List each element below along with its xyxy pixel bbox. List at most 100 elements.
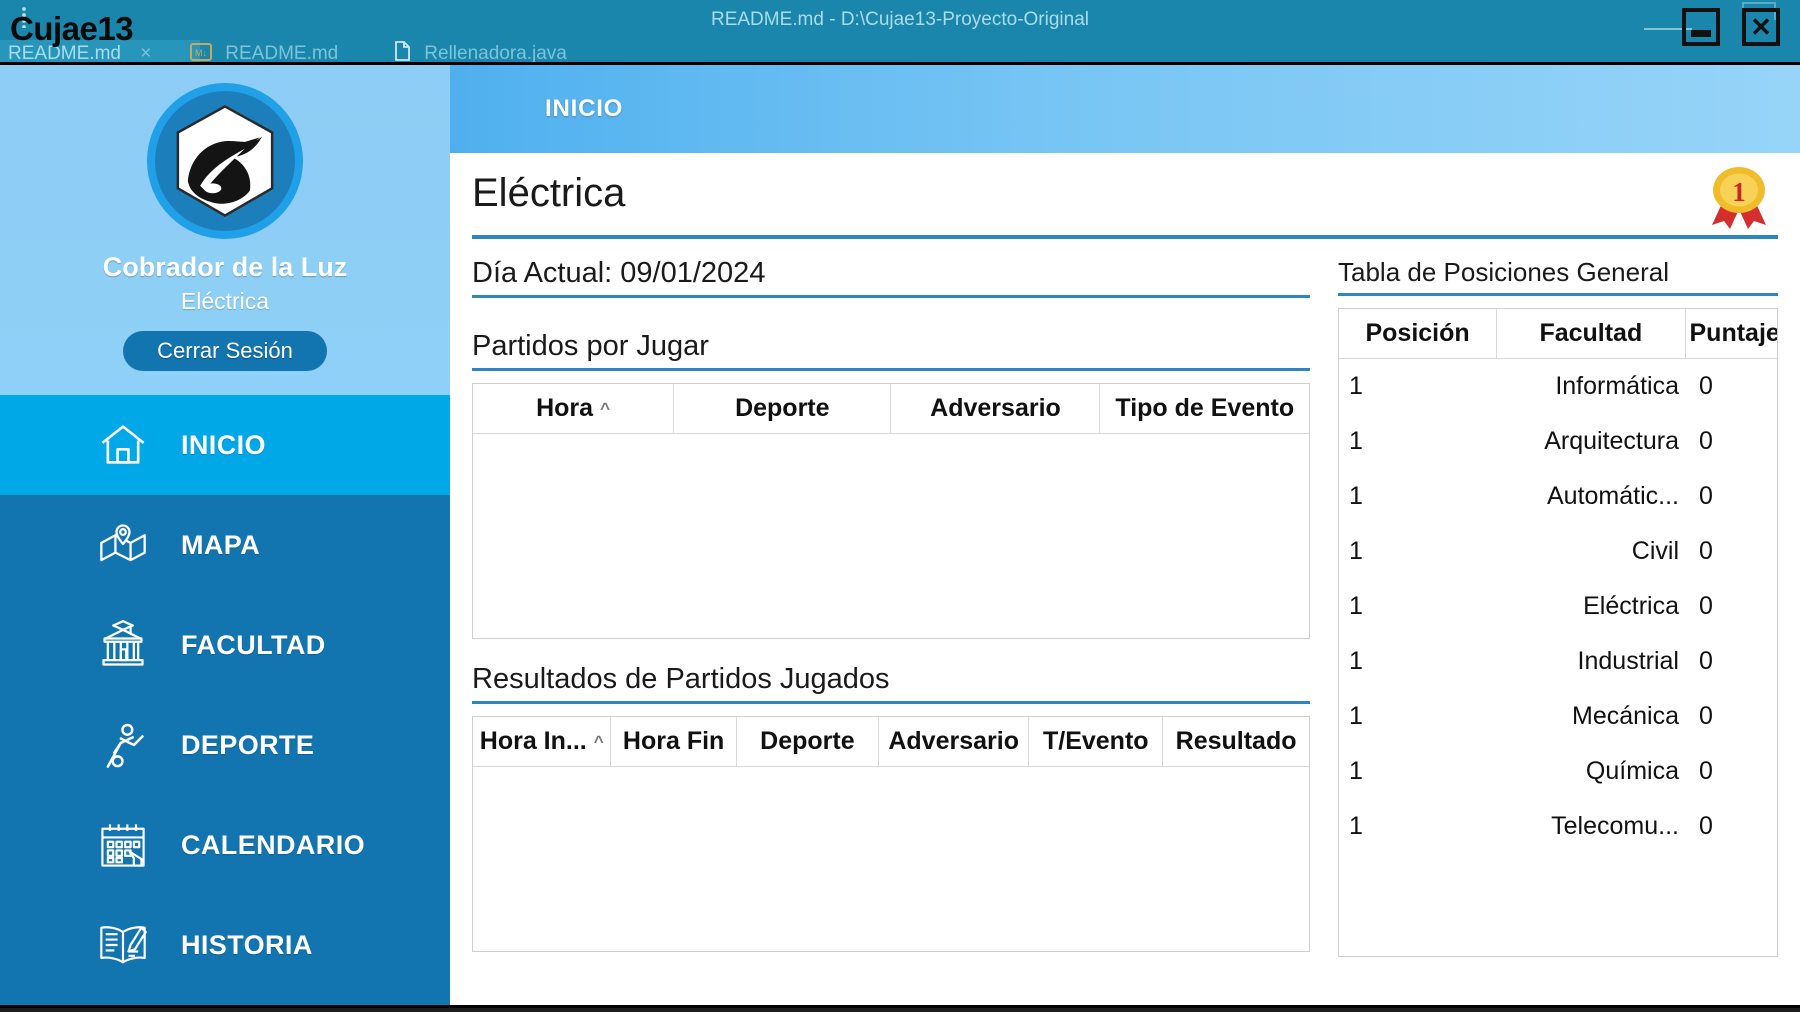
upcoming-matches-table[interactable]: Hora ^ Deporte Adversario Tipo de Evento <box>472 383 1310 639</box>
sidebar-item-deporte[interactable]: DEPORTE <box>0 695 450 795</box>
column-label: Hora <box>536 394 594 422</box>
content-main: Eléctrica 1 Día Actual: 09/01/2024 Parti <box>450 153 1800 1005</box>
cell-facultad: Arquitectura <box>1544 427 1679 455</box>
column-header-deporte[interactable]: Deporte <box>736 717 879 767</box>
sidebar-item-calendario[interactable]: CALENDARIO <box>0 795 450 895</box>
column-header-deporte[interactable]: Deporte <box>673 384 892 434</box>
sort-ascending-icon: ^ <box>593 732 604 751</box>
table-row[interactable]: 1 Industrial 0 <box>1339 634 1777 689</box>
profile-name: Cobrador de la Luz <box>102 252 348 282</box>
building-icon <box>95 617 151 673</box>
content-bottom-spacer <box>472 957 1778 1005</box>
upcoming-table-grid: Hora ^ Deporte Adversario Tipo de Evento <box>473 384 1309 434</box>
page-title: Eléctrica <box>472 171 626 215</box>
minimize-button[interactable] <box>1682 8 1720 46</box>
column-label: Hora In... <box>479 727 587 755</box>
table-row[interactable]: 1 Automátic... 0 <box>1339 469 1777 524</box>
cell-puntaje: 0 <box>1699 537 1713 565</box>
cell-puntaje: 0 <box>1699 372 1713 400</box>
table-row[interactable]: 1 Telecomu... 0 <box>1339 799 1777 854</box>
cell-puntaje: 0 <box>1699 427 1713 455</box>
content-header: INICIO <box>450 65 1800 153</box>
cell-posicion: 1 <box>1349 372 1363 400</box>
cell-posicion: 1 <box>1349 702 1363 730</box>
editor-tab-label: README.md <box>8 43 121 64</box>
minimize-icon <box>1691 29 1711 37</box>
editor-tab-label: README.md <box>225 43 339 64</box>
right-column: Tabla de Posiciones General Posición Fac… <box>1338 257 1778 957</box>
upcoming-table-empty-body <box>473 434 1309 638</box>
cell-facultad: Civil <box>1631 537 1679 565</box>
column-header-posicion[interactable]: Posición <box>1339 309 1498 359</box>
cell-puntaje: 0 <box>1699 757 1713 785</box>
sidebar-item-label: MAPA <box>181 529 261 560</box>
cell-puntaje: 0 <box>1699 647 1713 675</box>
page-title-row: Eléctrica 1 <box>472 167 1778 239</box>
cell-facultad: Eléctrica <box>1583 592 1679 620</box>
column-header-hora[interactable]: Hora ^ <box>473 384 675 434</box>
left-column: Día Actual: 09/01/2024 Partidos por Juga… <box>472 257 1310 957</box>
table-header-row: Hora In... ^ Hora Fin Deporte Adversario … <box>473 717 1309 767</box>
athlete-icon <box>95 717 151 773</box>
cell-puntaje: 0 <box>1699 702 1713 730</box>
cell-facultad: Mecánica <box>1572 702 1679 730</box>
ranking-table-grid: Posición Facultad Puntaje 1 Informática … <box>1339 309 1777 854</box>
ranking-table[interactable]: Posición Facultad Puntaje 1 Informática … <box>1338 308 1778 957</box>
sidebar-item-label: FACULTAD <box>181 629 326 660</box>
table-row[interactable]: 1 Civil 0 <box>1339 524 1777 579</box>
cell-posicion: 1 <box>1349 757 1363 785</box>
column-header-adversario[interactable]: Adversario <box>890 384 1101 434</box>
sort-ascending-icon: ^ <box>600 399 611 418</box>
sidebar-item-mapa[interactable]: MAPA <box>0 495 450 595</box>
window-controls: ✕ <box>1682 8 1780 46</box>
current-day-label: Día Actual: 09/01/2024 <box>472 257 1310 298</box>
sidebar-item-label: DEPORTE <box>181 729 315 760</box>
results-table[interactable]: Hora In... ^ Hora Fin Deporte Adversario … <box>472 716 1310 952</box>
kebab-menu-icon[interactable] <box>22 6 26 28</box>
cell-facultad: Química <box>1585 757 1679 785</box>
cell-puntaje: 0 <box>1699 812 1713 840</box>
column-header-adversario[interactable]: Adversario <box>878 717 1030 767</box>
editor-tab-label: Rellenadora.java <box>424 43 567 64</box>
table-header-row: Posición Facultad Puntaje <box>1339 309 1777 359</box>
sidebar-item-historia[interactable]: HISTORIA <box>0 895 450 995</box>
column-header-puntaje[interactable]: Puntaje <box>1685 309 1777 359</box>
shield-logo-icon <box>176 105 274 217</box>
results-table-empty-body <box>473 767 1309 951</box>
ranking-title: Tabla de Posiciones General <box>1338 257 1778 296</box>
svg-text:M↓: M↓ <box>195 48 207 58</box>
app-body: Cobrador de la Luz Eléctrica Cerrar Sesi… <box>0 62 1800 1008</box>
gold-medal-icon: 1 <box>1700 163 1778 229</box>
table-row[interactable]: 1 Química 0 <box>1339 744 1777 799</box>
table-row[interactable]: 1 Eléctrica 0 <box>1339 579 1777 634</box>
table-row[interactable]: 1 Arquitectura 0 <box>1339 414 1777 469</box>
sidebar-item-label: HISTORIA <box>181 929 313 960</box>
cell-facultad: Industrial <box>1577 647 1679 675</box>
svg-text:1: 1 <box>1732 177 1746 207</box>
ranking-table-body: 1 Informática 0 1 Arquitectura 0 1 Autom… <box>1339 359 1777 855</box>
cell-posicion: 1 <box>1349 427 1363 455</box>
table-row[interactable]: 1 Mecánica 0 <box>1339 689 1777 744</box>
column-header-hora-inicio[interactable]: Hora In... ^ <box>473 717 612 767</box>
column-header-tipo-evento[interactable]: Tipo de Evento <box>1099 384 1309 434</box>
calendar-icon <box>95 817 151 873</box>
close-button[interactable]: ✕ <box>1742 8 1780 46</box>
table-row[interactable]: 1 Informática 0 <box>1339 359 1777 415</box>
column-header-facultad[interactable]: Facultad <box>1496 309 1686 359</box>
column-header-resultado[interactable]: Resultado <box>1162 717 1309 767</box>
cell-posicion: 1 <box>1349 812 1363 840</box>
close-icon[interactable]: × <box>140 43 151 64</box>
logout-button[interactable]: Cerrar Sesión <box>123 331 327 371</box>
column-header-tipo-evento[interactable]: T/Evento <box>1028 717 1164 767</box>
cell-posicion: 1 <box>1349 482 1363 510</box>
sidebar-item-inicio[interactable]: INICIO <box>0 395 450 495</box>
editor-window-title: README.md - D:\Cujae13-Proyecto-Original <box>710 9 1089 30</box>
column-header-hora-fin[interactable]: Hora Fin <box>610 717 737 767</box>
main-content: INICIO Eléctrica 1 Día Actual: 09/01/202… <box>450 65 1800 1005</box>
results-title: Resultados de Partidos Jugados <box>472 663 1310 704</box>
table-header-row: Hora ^ Deporte Adversario Tipo de Evento <box>473 384 1309 434</box>
sidebar-item-facultad[interactable]: FACULTAD <box>0 595 450 695</box>
cell-facultad: Informática <box>1555 372 1679 400</box>
map-icon <box>95 517 151 573</box>
sidebar-item-label: CALENDARIO <box>181 829 365 860</box>
